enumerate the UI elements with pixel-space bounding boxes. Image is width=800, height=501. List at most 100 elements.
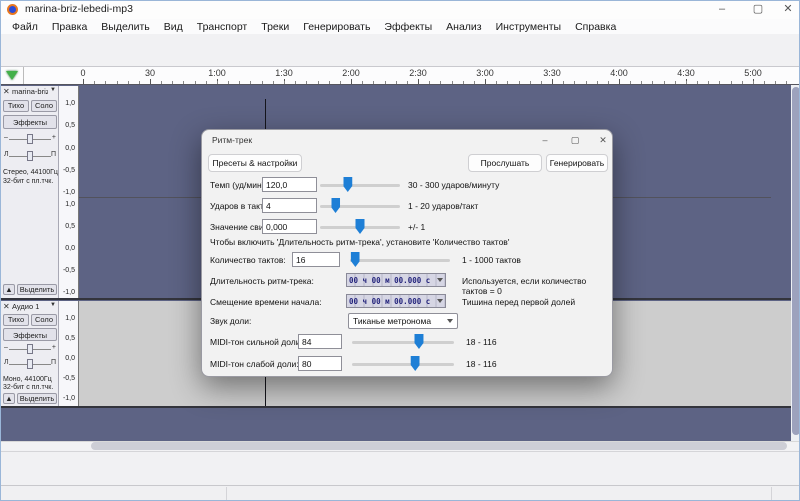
midi-strong-slider[interactable]	[352, 334, 454, 350]
beats-slider[interactable]	[320, 198, 400, 214]
swing-input[interactable]	[262, 219, 317, 234]
ruler-label: 2:00	[342, 68, 360, 78]
ruler-minor-tick	[641, 81, 642, 84]
track1-pan-slider[interactable]: Л П	[1, 150, 59, 162]
ruler-minor-tick	[652, 81, 653, 84]
track1-gain-slider[interactable]: – +	[1, 133, 59, 145]
menu-Генерировать[interactable]: Генерировать	[296, 21, 377, 33]
track2-close-icon[interactable]: ✕	[3, 302, 10, 311]
midi-weak-label: MIDI-тон слабой доли:	[210, 359, 299, 369]
menu-Треки[interactable]: Треки	[254, 21, 296, 33]
track1-solo-button[interactable]: Соло	[31, 100, 57, 112]
beat-sound-combo[interactable]: Тиканье метронома	[348, 313, 458, 329]
midi-strong-label: MIDI-тон сильной доли:	[210, 337, 303, 347]
duration-time-field[interactable]: 00 ч 00 м 00.000 с	[346, 273, 446, 287]
ruler-minor-tick	[764, 81, 765, 84]
status-bar: Остановлено Щёлкните и перетащите для вы…	[1, 485, 799, 500]
menu-Файл[interactable]: Файл	[5, 21, 45, 33]
track2-name[interactable]: Аудио 1	[12, 302, 39, 311]
timeline-ruler[interactable]: 0 30 1:00 1:30 2:00 2:30 3:00 3:30 4:00 4:30 5:00	[1, 67, 799, 85]
tempo-row: Темп (уд/мин): 30 - 300 ударов/минуту	[202, 177, 612, 193]
track1-control-panel[interactable]: ✕ marina-briz-l ▼ Тихо Соло Эффекты – + …	[1, 86, 59, 298]
bars-input[interactable]	[292, 252, 340, 267]
bars-hint: Чтобы включить 'Длительность ритм-трека'…	[210, 237, 510, 247]
preview-button[interactable]: Прослушать	[468, 154, 542, 172]
track2-solo-button[interactable]: Соло	[31, 314, 57, 326]
track2-collapse-button[interactable]: ▲	[3, 393, 15, 404]
track2-select-button[interactable]: Выделить	[17, 393, 57, 404]
close-button[interactable]: ✕	[775, 1, 799, 19]
menu-Эффекты[interactable]: Эффекты	[377, 21, 439, 33]
track1-vertical-ruler: 1,0 0,5 0,0 -0,5 -1,0 1,0 0,5 0,0 -0,5 -1,0	[59, 86, 79, 298]
dialog-maximize-icon[interactable]: ▢	[562, 132, 588, 150]
menu-Вид[interactable]: Вид	[157, 21, 190, 33]
dialog-close-icon[interactable]: ✕	[590, 132, 616, 150]
presets-button[interactable]: Пресеты & настройки	[208, 154, 302, 172]
ruler-minor-tick	[507, 81, 508, 84]
track2-control-panel[interactable]: ✕ Аудио 1 ▼ Тихо Соло Эффекты – + Л П Мо…	[1, 301, 59, 406]
track1-mute-button[interactable]: Тихо	[3, 100, 29, 112]
ruler-major-tick	[552, 79, 553, 84]
vruler-label: 1,0	[65, 315, 75, 322]
vruler-label: 0,5	[65, 335, 75, 342]
tempo-input[interactable]	[262, 177, 317, 192]
horizontal-scrollbar-thumb[interactable]	[91, 442, 787, 450]
ruler-minor-tick	[630, 81, 631, 84]
bars-slider[interactable]	[350, 252, 450, 268]
offset-range: Тишина перед первой долей	[462, 297, 576, 307]
offset-time-field[interactable]: 00 ч 00 м 00.000 с	[346, 294, 446, 308]
ruler-minor-tick	[775, 81, 776, 84]
track1-effects-button[interactable]: Эффекты	[3, 115, 57, 129]
midi-strong-row: MIDI-тон сильной доли: 18 - 116	[202, 334, 612, 350]
duration-range: Используется, если количество тактов = 0	[462, 276, 587, 296]
ruler-minor-tick	[530, 81, 531, 84]
vruler-label: 1,0	[65, 100, 75, 107]
track2-pan-slider[interactable]: Л П	[1, 358, 59, 370]
swing-slider[interactable]	[320, 219, 400, 235]
ruler-minor-tick	[496, 81, 497, 84]
generate-button[interactable]: Генерировать	[546, 154, 608, 172]
track2-gain-slider[interactable]: – +	[1, 343, 59, 355]
beats-input[interactable]	[262, 198, 317, 213]
dialog-minimize-icon[interactable]: –	[532, 132, 558, 150]
track1-format-info2: 32-бит с пл.тчк.	[3, 178, 54, 185]
ruler-minor-tick	[250, 81, 251, 84]
track2-effects-button[interactable]: Эффекты	[3, 328, 57, 341]
ruler-minor-tick	[664, 81, 665, 84]
menu-Справка[interactable]: Справка	[568, 21, 623, 33]
ruler-minor-tick	[340, 81, 341, 84]
vruler-label: -0,5	[62, 267, 75, 274]
menu-Выделить[interactable]: Выделить	[94, 21, 156, 33]
swing-range: +/- 1	[408, 222, 426, 232]
vertical-scrollbar-thumb[interactable]	[792, 87, 799, 435]
ruler-minor-tick	[586, 81, 587, 84]
ruler-minor-tick	[608, 81, 609, 84]
track2-bottom-border	[1, 406, 791, 408]
timeline-options-button[interactable]	[1, 67, 24, 84]
toolbar: I ∿ ✎ ✳ + − ↶ ↷ Настройки аудио Общедост…	[1, 34, 799, 98]
minimize-button[interactable]: –	[707, 1, 737, 19]
midi-weak-input[interactable]	[298, 356, 342, 371]
track1-collapse-button[interactable]: ▲	[3, 284, 15, 295]
track1-select-button[interactable]: Выделить	[17, 284, 57, 295]
ruler-minor-tick	[541, 81, 542, 84]
selection-toolbar: Частота проекта (Гц) 44100 Привязка к об…	[1, 451, 799, 485]
track1-close-icon[interactable]: ✕	[3, 87, 10, 96]
menu-Правка[interactable]: Правка	[45, 21, 94, 33]
ruler-minor-tick	[228, 81, 229, 84]
menu-Транспорт[interactable]: Транспорт	[190, 21, 255, 33]
ruler-minor-tick	[161, 81, 162, 84]
audacity-window: marina-briz-lebedi-mp3 – ▢ ✕ Файл Правка В…	[0, 0, 800, 501]
midi-strong-input[interactable]	[298, 334, 342, 349]
maximize-button[interactable]: ▢	[743, 1, 773, 19]
track2-menu-icon[interactable]: ▼	[50, 302, 56, 308]
track1-menu-icon[interactable]: ▼	[50, 87, 56, 93]
ruler-minor-tick	[262, 81, 263, 84]
ruler-label: 4:00	[610, 68, 628, 78]
menu-Анализ[interactable]: Анализ	[439, 21, 488, 33]
tempo-slider[interactable]	[320, 177, 400, 193]
menu-Инструменты[interactable]: Инструменты	[489, 21, 568, 33]
track2-mute-button[interactable]: Тихо	[3, 314, 29, 326]
track1-name[interactable]: marina-briz-l	[12, 87, 48, 96]
midi-weak-slider[interactable]	[352, 356, 454, 372]
